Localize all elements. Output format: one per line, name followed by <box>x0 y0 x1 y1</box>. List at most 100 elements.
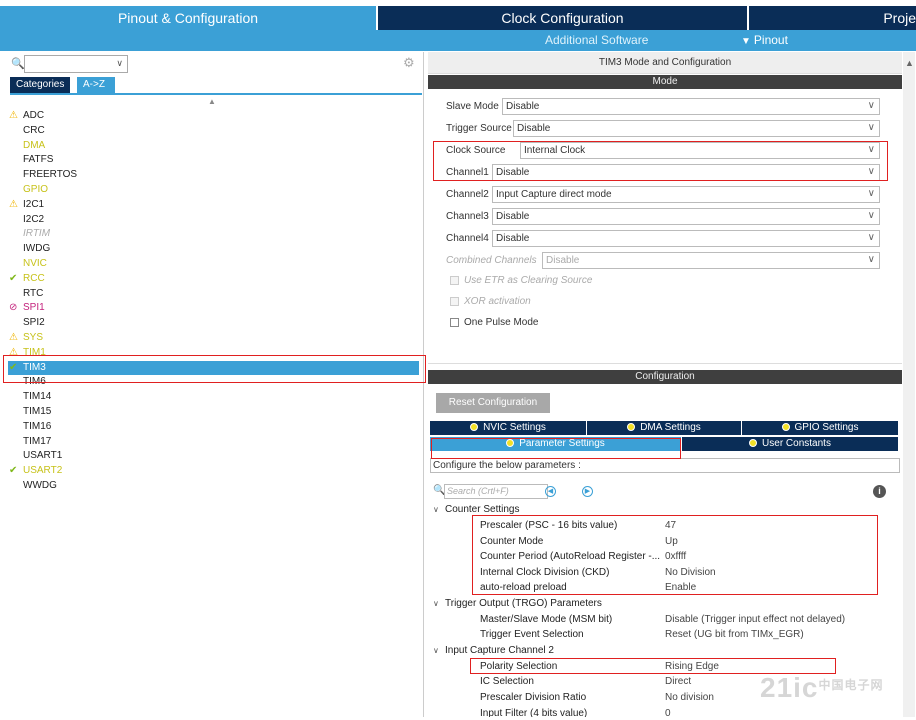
tab-gpio-settings[interactable]: GPIO Settings <box>742 421 898 435</box>
param-counter-mode-value[interactable]: Up <box>665 536 678 547</box>
peripheral-item-tim15[interactable]: TIM15 <box>8 405 424 420</box>
group-input-capture-channel2[interactable]: ∨ Input Capture Channel 2 <box>433 645 554 656</box>
param-prescaler-ratio-value[interactable]: No division <box>665 692 714 703</box>
peripheral-item-usart2[interactable]: ✔ USART2 <box>8 464 424 479</box>
peripheral-label: FATFS <box>23 154 54 166</box>
peripheral-item-i2c2[interactable]: I2C2 <box>8 213 424 228</box>
peripheral-list: ⚠ ADC CRC DMA FATFS FREERTOS GPIO ⚠ I2C1 I2C2 IRTI… <box>8 109 424 494</box>
clock-source-select[interactable]: Internal Clock ∨ <box>520 142 880 159</box>
one-pulse-mode-checkbox[interactable]: One Pulse Mode <box>450 317 539 331</box>
tab-user-constants[interactable]: User Constants <box>682 437 898 451</box>
chevron-down-icon: ▼ <box>741 36 751 47</box>
param-ic-selection-value[interactable]: Direct <box>665 676 691 687</box>
slave-mode-row: Slave Mode Disable ∨ <box>446 98 880 116</box>
peripheral-item-i2c1[interactable]: ⚠ I2C1 <box>8 198 424 213</box>
peripheral-item-rtc[interactable]: RTC <box>8 287 424 302</box>
tab-a-to-z[interactable]: A->Z <box>77 77 115 93</box>
peripheral-item-nvic[interactable]: NVIC <box>8 257 424 272</box>
chevron-up-icon: ▲ <box>905 58 914 68</box>
peripheral-item-usart1[interactable]: USART1 <box>8 449 424 464</box>
slave-mode-select[interactable]: Disable ∨ <box>502 98 880 115</box>
tab-parameter-settings[interactable]: Parameter Settings <box>430 437 681 451</box>
tab-nvic-settings[interactable]: NVIC Settings <box>430 421 586 435</box>
reset-configuration-button[interactable]: Reset Configuration <box>436 393 550 413</box>
peripheral-item-wwdg[interactable]: WWDG <box>8 479 424 494</box>
peripheral-item-iwdg[interactable]: IWDG <box>8 242 424 257</box>
param-input-filter-value[interactable]: 0 <box>665 708 671 717</box>
menu-additional-software[interactable]: Additional Software <box>545 33 648 47</box>
param-autoreload-value[interactable]: Enable <box>665 582 696 593</box>
info-icon[interactable]: i <box>873 485 886 498</box>
param-msm-value[interactable]: Disable (Trigger input effect not delaye… <box>665 614 845 625</box>
peripheral-item-irtim[interactable]: IRTIM <box>8 227 424 242</box>
param-prescaler-ratio-label: Prescaler Division Ratio <box>480 692 587 703</box>
chevron-down-icon[interactable]: ∨ <box>116 58 123 69</box>
peripheral-item-tim14[interactable]: TIM14 <box>8 390 424 405</box>
peripheral-label: ADC <box>23 110 45 121</box>
channel4-select[interactable]: Disable ∨ <box>492 230 880 247</box>
param-ckd-value[interactable]: No Division <box>665 567 716 578</box>
search-prev-icon[interactable]: ◀ <box>545 486 556 497</box>
peripheral-item-spi1[interactable]: ⊘ SPI1 <box>8 301 424 316</box>
parameter-search: 🔍 Search (Crtl+F) <box>433 484 553 499</box>
use-etr-checkbox: Use ETR as Clearing Source <box>450 275 592 289</box>
group-trgo-parameters[interactable]: ∨ Trigger Output (TRGO) Parameters <box>433 598 602 609</box>
peripheral-item-spi2[interactable]: SPI2 <box>8 316 424 331</box>
group-counter-settings[interactable]: ∨ Counter Settings <box>433 504 520 515</box>
tab-clock-configuration[interactable]: Clock Configuration <box>378 6 747 30</box>
peripheral-item-sys[interactable]: ⚠ SYS <box>8 331 424 346</box>
tab-categories[interactable]: Categories <box>10 77 71 93</box>
channel1-select[interactable]: Disable ∨ <box>492 164 880 181</box>
peripheral-item-tim3[interactable]: ✔ TIM3 <box>8 360 419 376</box>
peripheral-item-tim17[interactable]: TIM17 <box>8 435 424 450</box>
peripheral-item-fatfs[interactable]: FATFS <box>8 153 424 168</box>
watermark-logo: 21ic中国电子网 <box>760 672 884 703</box>
peripheral-item-gpio[interactable]: GPIO <box>8 183 424 198</box>
peripheral-label: TIM1 <box>23 346 46 358</box>
param-autoreload-label: auto-reload preload <box>480 582 567 593</box>
sort-icon[interactable]: ▲ <box>208 97 216 106</box>
peripheral-label: SPI1 <box>23 302 45 314</box>
tab-project-manager[interactable]: Proje <box>749 6 916 30</box>
combined-channels-row: Combined Channels Disable ∨ <box>446 252 880 270</box>
peripheral-item-dma[interactable]: DMA <box>8 139 424 154</box>
check-icon: ✔ <box>9 361 18 373</box>
peripheral-label: TIM16 <box>23 420 52 432</box>
search-icon: 🔍 <box>11 58 25 70</box>
param-polarity-label: Polarity Selection <box>480 661 558 672</box>
peripheral-label: GPIO <box>23 183 49 195</box>
channel3-row: Channel3 Disable ∨ <box>446 208 880 226</box>
peripheral-item-tim1[interactable]: ⚠ TIM1 <box>8 346 424 361</box>
param-counter-period-value[interactable]: 0xffff <box>665 551 686 562</box>
peripheral-label: DMA <box>23 139 46 151</box>
config-panel: TIM3 Mode and Configuration Mode Slave M… <box>428 52 902 717</box>
peripheral-label: TIM6 <box>23 376 46 388</box>
search-next-icon[interactable]: ▶ <box>582 486 593 497</box>
parameter-search-input[interactable]: Search (Crtl+F) <box>444 484 548 499</box>
param-ic-selection-label: IC Selection <box>480 676 534 687</box>
gear-icon[interactable]: ⚙ <box>403 55 415 71</box>
chevron-down-icon: ∨ <box>867 144 875 155</box>
peripheral-item-tim16[interactable]: TIM16 <box>8 420 424 435</box>
param-polarity-value[interactable]: Rising Edge <box>665 661 719 672</box>
channel2-row: Channel2 Input Capture direct mode ∨ <box>446 186 880 204</box>
peripheral-item-tim6[interactable]: TIM6 <box>8 375 424 390</box>
peripheral-item-rcc[interactable]: ✔ RCC <box>8 272 424 287</box>
channel3-select[interactable]: Disable ∨ <box>492 208 880 225</box>
tab-pinout-configuration[interactable]: Pinout & Configuration <box>0 6 376 30</box>
param-prescaler-value[interactable]: 47 <box>665 520 676 531</box>
peripheral-label: I2C1 <box>23 198 45 210</box>
trigger-source-select[interactable]: Disable ∨ <box>513 120 880 137</box>
disabled-icon: ⊘ <box>9 302 18 314</box>
trigger-source-row: Trigger Source Disable ∨ <box>446 120 880 138</box>
menu-pinout[interactable]: ▼ Pinout <box>741 33 788 47</box>
param-trigger-event-value[interactable]: Reset (UG bit from TIMx_EGR) <box>665 629 804 640</box>
channel2-select[interactable]: Input Capture direct mode ∨ <box>492 186 880 203</box>
chevron-down-icon: ∨ <box>867 166 875 177</box>
peripheral-item-crc[interactable]: CRC <box>8 124 424 139</box>
peripheral-item-adc[interactable]: ⚠ ADC <box>8 109 424 124</box>
tab-dma-settings[interactable]: DMA Settings <box>587 421 741 435</box>
scrollbar[interactable]: ▲ <box>903 52 915 717</box>
peripheral-item-freertos[interactable]: FREERTOS <box>8 168 424 183</box>
peripheral-search-input[interactable]: ∨ <box>24 55 128 73</box>
